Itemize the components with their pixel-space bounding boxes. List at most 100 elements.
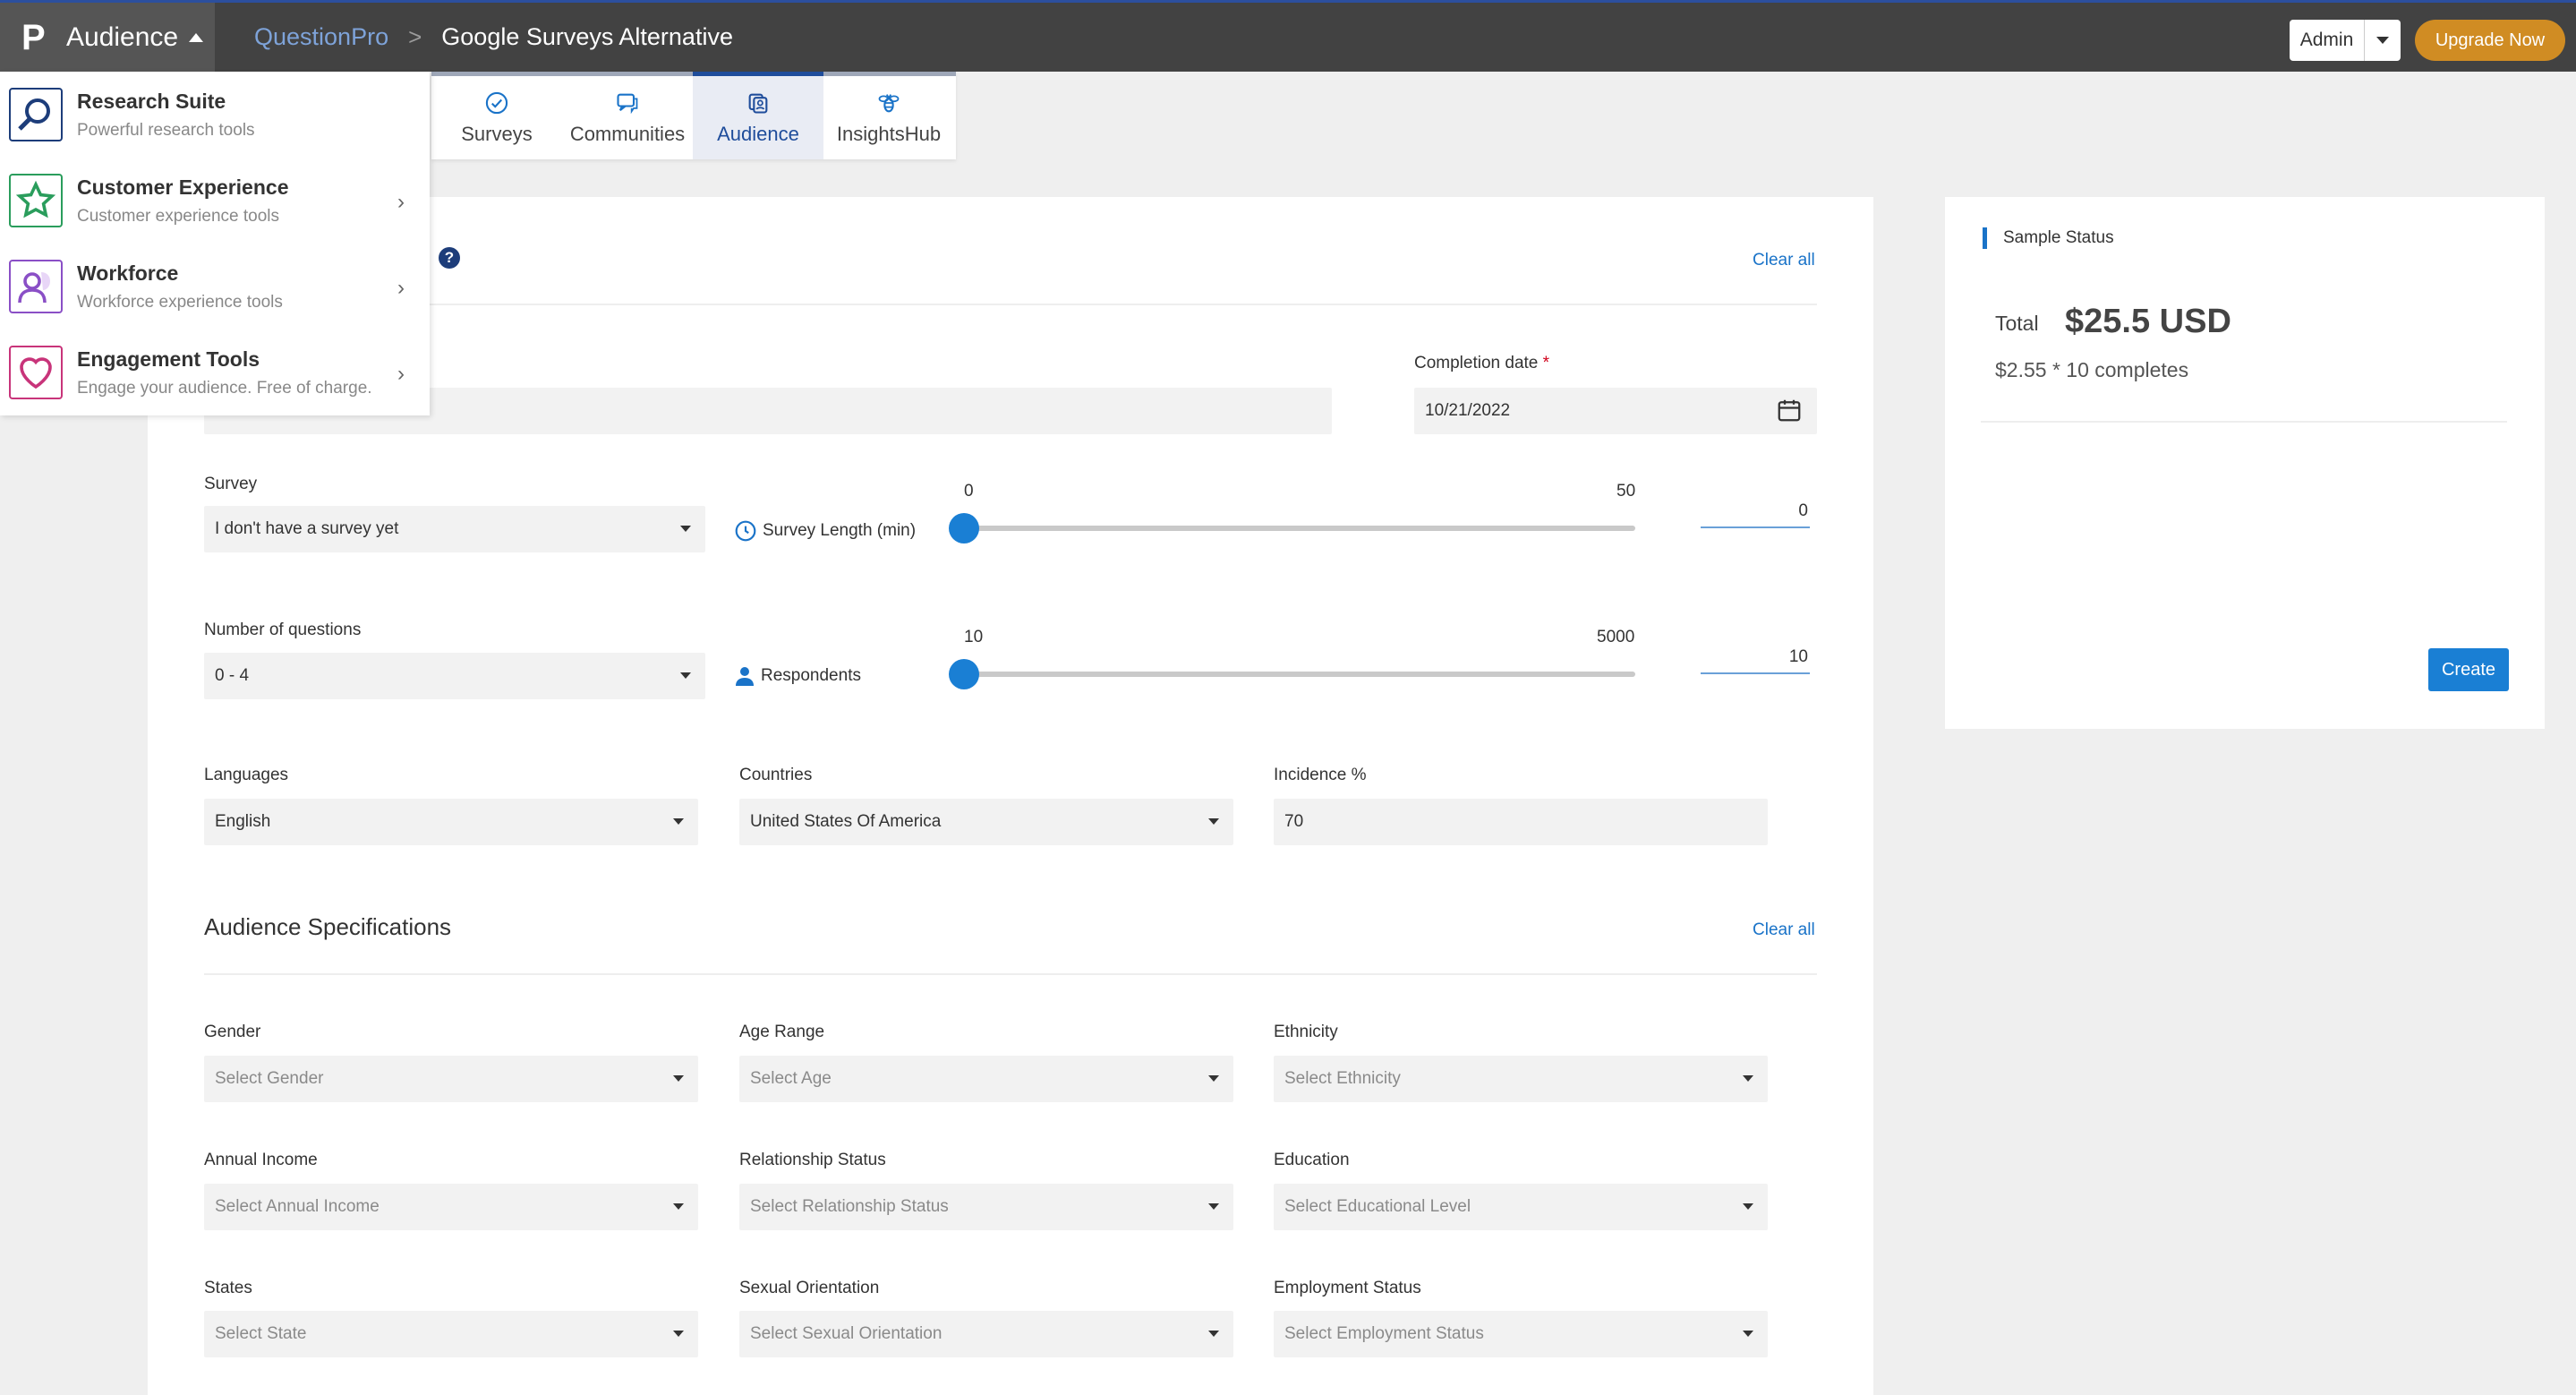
audience-specifications-title: Audience Specifications bbox=[204, 913, 452, 940]
tab-communities[interactable]: Communities bbox=[562, 76, 693, 159]
tab-audience[interactable]: Audience bbox=[693, 72, 823, 159]
status-divider bbox=[1981, 421, 2507, 423]
menu-item-subtitle: Workforce experience tools bbox=[77, 292, 283, 312]
admin-caret-button[interactable] bbox=[2365, 20, 2401, 61]
create-button[interactable]: Create bbox=[2428, 648, 2509, 691]
states-placeholder: Select State bbox=[215, 1324, 307, 1343]
tab-insightshub[interactable]: InsightsHub bbox=[823, 76, 954, 159]
menu-item-research-suite[interactable]: Research Suite Powerful research tools bbox=[0, 72, 430, 158]
person-icon bbox=[736, 667, 754, 686]
caret-down-icon bbox=[1208, 1075, 1219, 1082]
survey-select-value: I don't have a survey yet bbox=[215, 519, 399, 538]
admin-dropdown[interactable]: Admin bbox=[2290, 20, 2401, 61]
help-icon[interactable]: ? bbox=[439, 247, 460, 269]
check-circle-icon bbox=[485, 91, 508, 114]
employment-status-label: Employment Status bbox=[1274, 1279, 1421, 1297]
app-switcher[interactable]: P Audience bbox=[0, 3, 215, 72]
caret-down-icon bbox=[673, 1203, 684, 1210]
annual-income-placeholder: Select Annual Income bbox=[215, 1197, 380, 1216]
caret-down-icon bbox=[673, 818, 684, 825]
chat-bubble-icon bbox=[617, 93, 638, 114]
languages-select[interactable]: English bbox=[204, 799, 698, 845]
survey-length-label: Survey Length (min) bbox=[734, 519, 916, 543]
relationship-status-select[interactable]: Select Relationship Status bbox=[739, 1184, 1233, 1230]
respondents-label: Respondents bbox=[734, 665, 861, 687]
survey-label: Survey bbox=[204, 475, 258, 493]
incidence-input[interactable]: 70 bbox=[1274, 799, 1768, 845]
respondents-input[interactable]: 10 bbox=[1701, 647, 1810, 674]
chevron-right-icon: › bbox=[397, 276, 405, 300]
num-questions-select[interactable]: 0 - 4 bbox=[204, 653, 705, 699]
completion-date-input[interactable]: 10/21/2022 bbox=[1414, 388, 1817, 434]
countries-label: Countries bbox=[739, 766, 813, 784]
caret-down-icon bbox=[1208, 1203, 1219, 1210]
caret-down-icon bbox=[1743, 1075, 1753, 1082]
upgrade-now-button[interactable]: Upgrade Now bbox=[2415, 20, 2565, 61]
completion-date-label: Completion date * bbox=[1414, 354, 1550, 372]
survey-length-slider-track[interactable] bbox=[964, 526, 1635, 531]
audience-icon bbox=[748, 93, 768, 114]
questionpro-logo-icon: P bbox=[21, 17, 46, 57]
breadcrumb-current-page: Google Surveys Alternative bbox=[441, 23, 733, 50]
caret-down-icon bbox=[1743, 1331, 1753, 1337]
gender-placeholder: Select Gender bbox=[215, 1069, 324, 1088]
menu-item-title: Engagement Tools bbox=[77, 347, 260, 371]
heart-icon bbox=[9, 346, 63, 399]
gender-select[interactable]: Select Gender bbox=[204, 1056, 698, 1102]
caret-down-icon bbox=[680, 526, 691, 532]
gender-label: Gender bbox=[204, 1023, 261, 1041]
menu-item-workforce[interactable]: Workforce Workforce experience tools › bbox=[0, 244, 430, 329]
admin-label[interactable]: Admin bbox=[2290, 20, 2365, 61]
breadcrumb-brand-link[interactable]: QuestionPro bbox=[254, 23, 388, 51]
person-icon bbox=[9, 260, 63, 313]
survey-select[interactable]: I don't have a survey yet bbox=[204, 506, 705, 552]
annual-income-select[interactable]: Select Annual Income bbox=[204, 1184, 698, 1230]
menu-item-customer-experience[interactable]: Customer Experience Customer experience … bbox=[0, 158, 430, 244]
survey-length-max: 50 bbox=[1616, 482, 1636, 501]
survey-length-input[interactable]: 0 bbox=[1701, 501, 1810, 528]
education-select[interactable]: Select Educational Level bbox=[1274, 1184, 1768, 1230]
age-range-select[interactable]: Select Age bbox=[739, 1056, 1233, 1102]
audience-clear-all-link[interactable]: Clear all bbox=[1753, 920, 1815, 940]
ethnicity-select[interactable]: Select Ethnicity bbox=[1274, 1056, 1768, 1102]
caret-down-icon bbox=[1208, 1331, 1219, 1337]
countries-select[interactable]: United States Of America bbox=[739, 799, 1233, 845]
suite-menu: Research Suite Powerful research tools C… bbox=[0, 72, 430, 415]
calendar-icon[interactable] bbox=[1776, 397, 1803, 424]
chevron-right-icon: › bbox=[397, 190, 405, 214]
tab-label: Audience bbox=[717, 122, 799, 145]
employment-status-placeholder: Select Employment Status bbox=[1284, 1324, 1484, 1343]
respondents-slider-track[interactable] bbox=[964, 672, 1635, 677]
total-label: Total bbox=[1995, 312, 2039, 335]
caret-down-icon bbox=[673, 1075, 684, 1082]
caret-up-icon bbox=[189, 32, 204, 42]
incidence-label: Incidence % bbox=[1274, 766, 1367, 784]
clear-all-link[interactable]: Clear all bbox=[1753, 251, 1815, 270]
respondents-slider-thumb[interactable] bbox=[949, 659, 979, 689]
respondents-max: 5000 bbox=[1597, 628, 1635, 646]
states-label: States bbox=[204, 1279, 252, 1297]
section-divider bbox=[204, 973, 1817, 975]
menu-item-subtitle: Customer experience tools bbox=[77, 206, 279, 226]
clock-icon bbox=[735, 520, 756, 542]
age-range-label: Age Range bbox=[739, 1023, 825, 1041]
menu-item-title: Research Suite bbox=[77, 89, 226, 113]
languages-label: Languages bbox=[204, 766, 289, 784]
completion-date-value: 10/21/2022 bbox=[1425, 401, 1511, 420]
sample-status-card: Sample Status Total $25.5 USD $2.55 * 10… bbox=[1945, 197, 2545, 729]
tab-surveys[interactable]: Surveys bbox=[431, 76, 562, 159]
states-select[interactable]: Select State bbox=[204, 1311, 698, 1357]
survey-length-slider-thumb[interactable] bbox=[949, 513, 979, 543]
education-placeholder: Select Educational Level bbox=[1284, 1197, 1471, 1216]
caret-down-icon bbox=[673, 1331, 684, 1337]
section-divider bbox=[204, 304, 1817, 305]
tab-label: Surveys bbox=[461, 122, 533, 145]
menu-item-engagement-tools[interactable]: Engagement Tools Engage your audience. F… bbox=[0, 329, 430, 415]
countries-select-value: United States Of America bbox=[750, 812, 942, 831]
sexual-orientation-select[interactable]: Select Sexual Orientation bbox=[739, 1311, 1233, 1357]
age-range-placeholder: Select Age bbox=[750, 1069, 832, 1088]
education-label: Education bbox=[1274, 1151, 1350, 1169]
menu-item-title: Workforce bbox=[77, 261, 179, 285]
breadcrumb: QuestionPro > Google Surveys Alternative bbox=[254, 3, 733, 72]
employment-status-select[interactable]: Select Employment Status bbox=[1274, 1311, 1768, 1357]
